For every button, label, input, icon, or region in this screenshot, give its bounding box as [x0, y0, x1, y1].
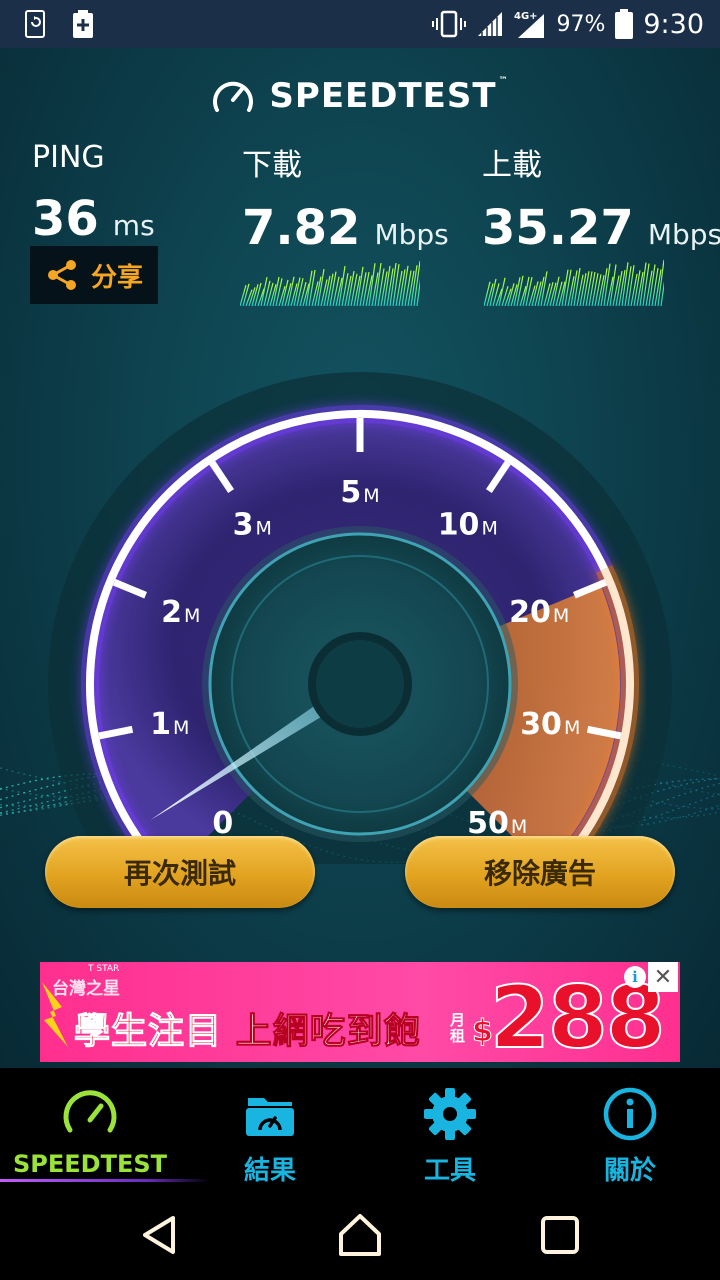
nav-speedtest-label: SPEEDTEST — [12, 1150, 167, 1178]
speedtest-logo: SPEEDTEST ™ — [0, 76, 720, 116]
sparkline-bar — [266, 282, 274, 306]
battery-percent: 97% — [556, 11, 606, 37]
ping-value: 36 — [32, 191, 99, 247]
sparkline-bar — [498, 277, 506, 306]
speedometer-logo-icon — [213, 81, 254, 112]
brand-name: SPEEDTEST ™ — [269, 76, 508, 116]
sparkline-bar — [308, 269, 316, 306]
recents-icon[interactable] — [535, 1210, 585, 1260]
speed-gauge: 01 M2 M3 M5 M10 M20 M30 M50 M — [48, 372, 672, 864]
home-icon[interactable] — [335, 1210, 385, 1260]
sparkline-bar — [350, 273, 358, 306]
sparkline-bar — [579, 273, 587, 306]
signal-4g-icon: 4G+ — [514, 11, 545, 38]
active-indicator — [0, 1179, 210, 1182]
upload-value: 35.27 — [482, 200, 634, 256]
sparkline-bar — [398, 269, 406, 306]
nav-results[interactable]: 結果 — [180, 1068, 360, 1190]
sparkline-bar — [525, 276, 533, 306]
nav-about[interactable]: 關於 — [540, 1068, 720, 1190]
info-icon — [603, 1087, 657, 1141]
system-navigation-bar — [0, 1190, 720, 1280]
sparkline-bar — [588, 271, 596, 306]
ad-headline: 學生注目 上網吃到飽 — [73, 1002, 421, 1054]
sparkline-bar — [585, 271, 593, 306]
nav-tools[interactable]: 工具 — [360, 1068, 540, 1190]
sparkline-bar — [260, 277, 268, 306]
back-icon[interactable] — [135, 1210, 185, 1260]
download-unit: Mbps — [374, 218, 449, 251]
ad-brand: 台灣之星 — [52, 979, 120, 999]
sparkline-bar — [392, 264, 400, 306]
sparkline-bar — [275, 278, 283, 306]
share-button[interactable]: 分享 — [30, 246, 158, 304]
gauge-hub — [308, 632, 412, 736]
download-metric: 下載 7.82 Mbps — [242, 140, 449, 256]
upload-unit: Mbps — [647, 218, 720, 251]
sparkline-bar — [296, 278, 304, 306]
clock: 9:30 — [643, 8, 704, 40]
retest-button[interactable]: 再次測試 — [45, 836, 315, 908]
ad-headline-red: 學生注目 — [73, 1011, 223, 1053]
trademark: ™ — [498, 76, 509, 86]
sparkline-bar — [651, 268, 659, 306]
sparkline-bar — [362, 271, 370, 306]
nav-speedtest[interactable]: SPEEDTEST — [0, 1068, 210, 1190]
sparkline-bar — [591, 273, 599, 306]
nav-tools-label: 工具 — [423, 1156, 476, 1186]
ping-unit: ms — [112, 209, 155, 242]
remove-ads-button[interactable]: 移除廣告 — [405, 836, 675, 908]
download-value: 7.82 — [242, 200, 361, 256]
ping-metric: PING 36 ms — [32, 140, 155, 247]
ad-headline-white: 上網吃到飽 — [235, 1011, 421, 1053]
speedometer-icon — [63, 1090, 117, 1133]
bottom-navigation: SPEEDTEST 結果 工具 關於 — [0, 1068, 720, 1190]
sparkline-bar — [624, 266, 632, 306]
sparkline-bar — [484, 281, 491, 306]
download-label: 下載 — [242, 148, 302, 183]
sparkline-bar — [240, 284, 247, 306]
download-sparkline — [240, 261, 420, 306]
signal-icon — [478, 12, 503, 36]
vibrate-icon — [432, 10, 467, 38]
network-type-label: 4G+ — [514, 11, 538, 22]
sparkline-bar — [594, 274, 602, 306]
nav-about-label: 關於 — [603, 1156, 656, 1186]
sparkline-bar — [564, 269, 572, 306]
share-label: 分享 — [90, 262, 143, 293]
battery-icon — [615, 9, 634, 39]
nav-results-label: 結果 — [243, 1156, 296, 1186]
sparkline-bar — [642, 263, 650, 306]
upload-sparkline — [484, 259, 664, 306]
screen-rotate-icon — [25, 10, 45, 38]
gauge-dial — [48, 372, 672, 864]
results-folder-icon — [246, 1098, 294, 1136]
brand-label: SPEEDTEST — [269, 76, 497, 116]
sparkline-bar — [516, 275, 524, 306]
speedtest-screen: SPEEDTEST ™ PING 36 ms 下載 7.82 Mbps 上載 35… — [0, 48, 720, 1068]
sparkline-bar — [546, 282, 554, 306]
ad-monthly-label: 月租 — [450, 1011, 466, 1045]
upload-label: 上載 — [482, 148, 542, 183]
ping-label: PING — [32, 140, 105, 175]
sparkline-bar — [305, 270, 313, 306]
sparkline-bar — [627, 265, 635, 306]
ad-banner[interactable]: T STAR 台灣之星 學生注目 上網吃到飽 月租 $ 288 i ✕ — [40, 962, 680, 1062]
battery-saver-icon — [73, 10, 93, 38]
gear-icon — [424, 1088, 476, 1140]
upload-metric: 上載 35.27 Mbps — [482, 140, 720, 256]
share-icon — [47, 260, 76, 290]
status-bar: 4G+ 97% 9:30 — [0, 0, 720, 48]
ad-info-icon[interactable]: i — [624, 966, 646, 988]
ad-small-brand: T STAR — [88, 964, 120, 974]
ad-close-button[interactable]: ✕ — [648, 962, 678, 992]
